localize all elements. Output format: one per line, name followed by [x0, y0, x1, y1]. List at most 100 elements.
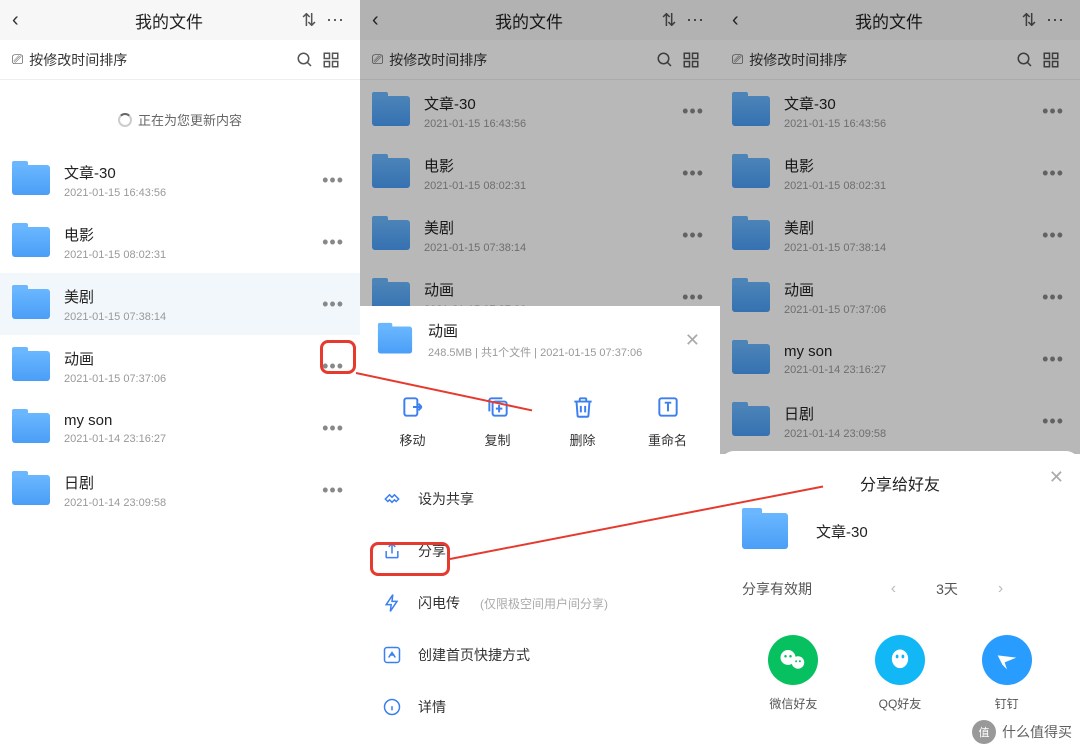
- list-item[interactable]: 文章-302021-01-15 16:43:56•••: [0, 149, 360, 211]
- delete-button[interactable]: 删除: [548, 394, 618, 449]
- panel-file-list: ‹ 我的文件 ⇅ ⋯ ⎚ 按修改时间排序 正在为您更新内容 文章-302021-…: [0, 0, 360, 752]
- header: ‹ 我的文件 ⇅ ⋯: [0, 0, 360, 40]
- shortcut-button[interactable]: 创建首页快捷方式: [360, 629, 720, 681]
- share-apps-row: 微信好友 QQ好友 钉钉: [720, 611, 1080, 712]
- sort-button[interactable]: ⎚按修改时间排序: [372, 50, 656, 70]
- item-more-icon[interactable]: •••: [1038, 101, 1068, 122]
- header: ‹ 我的文件 ⇅ ⋯: [360, 0, 720, 40]
- item-more-icon[interactable]: •••: [1038, 411, 1068, 432]
- list-item[interactable]: 美剧2021-01-15 07:38:14•••: [720, 204, 1080, 266]
- folder-icon: [12, 413, 50, 443]
- share-file-row: 文章-30: [720, 513, 1080, 567]
- item-more-icon[interactable]: •••: [318, 418, 348, 439]
- folder-icon: [732, 220, 770, 250]
- item-more-icon[interactable]: •••: [318, 170, 348, 191]
- share-wechat-button[interactable]: 微信好友: [753, 635, 833, 712]
- view-toggle-icon[interactable]: [1042, 51, 1068, 69]
- item-more-icon[interactable]: •••: [678, 163, 708, 184]
- page-title: 我的文件: [42, 8, 296, 33]
- copy-button[interactable]: 复制: [463, 394, 533, 449]
- back-button[interactable]: ‹: [12, 9, 42, 32]
- filter-icon: ⎚: [372, 51, 383, 68]
- header: ‹ 我的文件 ⇅ ⋯: [720, 0, 1080, 40]
- list-item[interactable]: 动画2021-01-15 07:37:06•••: [0, 335, 360, 397]
- view-toggle-icon[interactable]: [682, 51, 708, 69]
- sort-bar: ⎚ 按修改时间排序: [0, 40, 360, 80]
- list-item[interactable]: my son2021-01-14 23:16:27•••: [0, 397, 360, 459]
- sort-toggle-icon[interactable]: ⇅: [1016, 10, 1042, 31]
- item-more-icon[interactable]: •••: [678, 101, 708, 122]
- item-more-icon[interactable]: •••: [1038, 287, 1068, 308]
- page-title: 我的文件: [402, 8, 656, 33]
- file-list: 文章-302021-01-15 16:43:56••• 电影2021-01-15…: [720, 80, 1080, 452]
- share-expiry-row: 分享有效期 ‹ 3天 ›: [720, 567, 1080, 611]
- action-sheet: 动画 248.5MB | 共1个文件 | 2021-01-15 07:37:06…: [360, 306, 720, 752]
- sort-bar: ⎚按修改时间排序: [360, 40, 720, 80]
- share-icon: [382, 541, 402, 561]
- item-more-icon[interactable]: •••: [1038, 163, 1068, 184]
- file-list: 文章-302021-01-15 16:43:56••• 电影2021-01-15…: [360, 80, 720, 328]
- folder-icon: [372, 158, 410, 188]
- item-more-icon[interactable]: •••: [678, 225, 708, 246]
- list-item[interactable]: my son2021-01-14 23:16:27•••: [720, 328, 1080, 390]
- file-list: 文章-302021-01-15 16:43:56••• 电影2021-01-15…: [0, 149, 360, 521]
- search-icon[interactable]: [1016, 51, 1042, 69]
- prev-arrow-icon[interactable]: ‹: [891, 580, 896, 598]
- sort-toggle-icon[interactable]: ⇅: [656, 10, 682, 31]
- list-item[interactable]: 日剧2021-01-14 23:09:58•••: [0, 459, 360, 521]
- rename-button[interactable]: 重命名: [633, 394, 703, 449]
- share-button[interactable]: 分享: [360, 525, 720, 577]
- back-button[interactable]: ‹: [732, 9, 762, 32]
- folder-icon: [732, 282, 770, 312]
- item-more-icon[interactable]: •••: [678, 287, 708, 308]
- flash-transfer-button[interactable]: 闪电传(仅限极空间用户间分享): [360, 577, 720, 629]
- folder-icon: [12, 165, 50, 195]
- list-item[interactable]: 美剧2021-01-15 07:38:14•••: [360, 204, 720, 266]
- sort-toggle-icon[interactable]: ⇅: [296, 10, 322, 31]
- share-dingtalk-button[interactable]: 钉钉: [967, 635, 1047, 712]
- close-icon[interactable]: ✕: [1049, 467, 1064, 488]
- sort-button[interactable]: ⎚ 按修改时间排序: [12, 50, 296, 70]
- list-item[interactable]: 文章-302021-01-15 16:43:56•••: [720, 80, 1080, 142]
- share-title: 分享给好友: [720, 467, 1080, 513]
- set-share-button[interactable]: 设为共享: [360, 473, 720, 525]
- item-more-icon[interactable]: •••: [318, 232, 348, 253]
- folder-icon: [732, 96, 770, 126]
- back-button[interactable]: ‹: [372, 9, 402, 32]
- wechat-icon: [768, 635, 818, 685]
- sort-button[interactable]: ⎚按修改时间排序: [732, 50, 1016, 70]
- list-item[interactable]: 电影2021-01-15 08:02:31•••: [0, 211, 360, 273]
- page-title: 我的文件: [762, 8, 1016, 33]
- move-button[interactable]: 移动: [378, 394, 448, 449]
- folder-icon: [372, 220, 410, 250]
- close-icon[interactable]: ✕: [681, 326, 704, 355]
- list-item[interactable]: 日剧2021-01-14 23:09:58•••: [720, 390, 1080, 452]
- item-more-icon[interactable]: •••: [318, 294, 348, 315]
- sheet-file-meta: 248.5MB | 共1个文件 | 2021-01-15 07:37:06: [428, 344, 681, 360]
- folder-icon: [12, 289, 50, 319]
- list-item[interactable]: 电影2021-01-15 08:02:31•••: [360, 142, 720, 204]
- sheet-file-name: 动画: [428, 320, 681, 341]
- header-more-icon[interactable]: ⋯: [682, 10, 708, 31]
- share-qq-button[interactable]: QQ好友: [860, 635, 940, 712]
- details-button[interactable]: 详情: [360, 681, 720, 733]
- panel-action-sheet: ‹ 我的文件 ⇅ ⋯ ⎚按修改时间排序 文章-302021-01-15 16:4…: [360, 0, 720, 752]
- item-more-icon[interactable]: •••: [1038, 225, 1068, 246]
- search-icon[interactable]: [296, 51, 322, 69]
- item-more-icon[interactable]: •••: [1038, 349, 1068, 370]
- view-toggle-icon[interactable]: [322, 51, 348, 69]
- share-sheet: 分享给好友 ✕ 文章-30 分享有效期 ‹ 3天 › 微信好友 QQ好友 钉钉: [720, 451, 1080, 752]
- list-item[interactable]: 动画2021-01-15 07:37:06•••: [720, 266, 1080, 328]
- list-item[interactable]: 电影2021-01-15 08:02:31•••: [720, 142, 1080, 204]
- header-more-icon[interactable]: ⋯: [1042, 10, 1068, 31]
- next-arrow-icon[interactable]: ›: [998, 580, 1003, 598]
- list-item[interactable]: 文章-302021-01-15 16:43:56•••: [360, 80, 720, 142]
- item-more-icon[interactable]: •••: [318, 480, 348, 501]
- item-more-icon[interactable]: •••: [318, 356, 348, 377]
- header-more-icon[interactable]: ⋯: [322, 10, 348, 31]
- folder-icon: [12, 475, 50, 505]
- search-icon[interactable]: [656, 51, 682, 69]
- folder-icon: [12, 227, 50, 257]
- list-item[interactable]: 美剧2021-01-15 07:38:14•••: [0, 273, 360, 335]
- info-icon: [382, 697, 402, 717]
